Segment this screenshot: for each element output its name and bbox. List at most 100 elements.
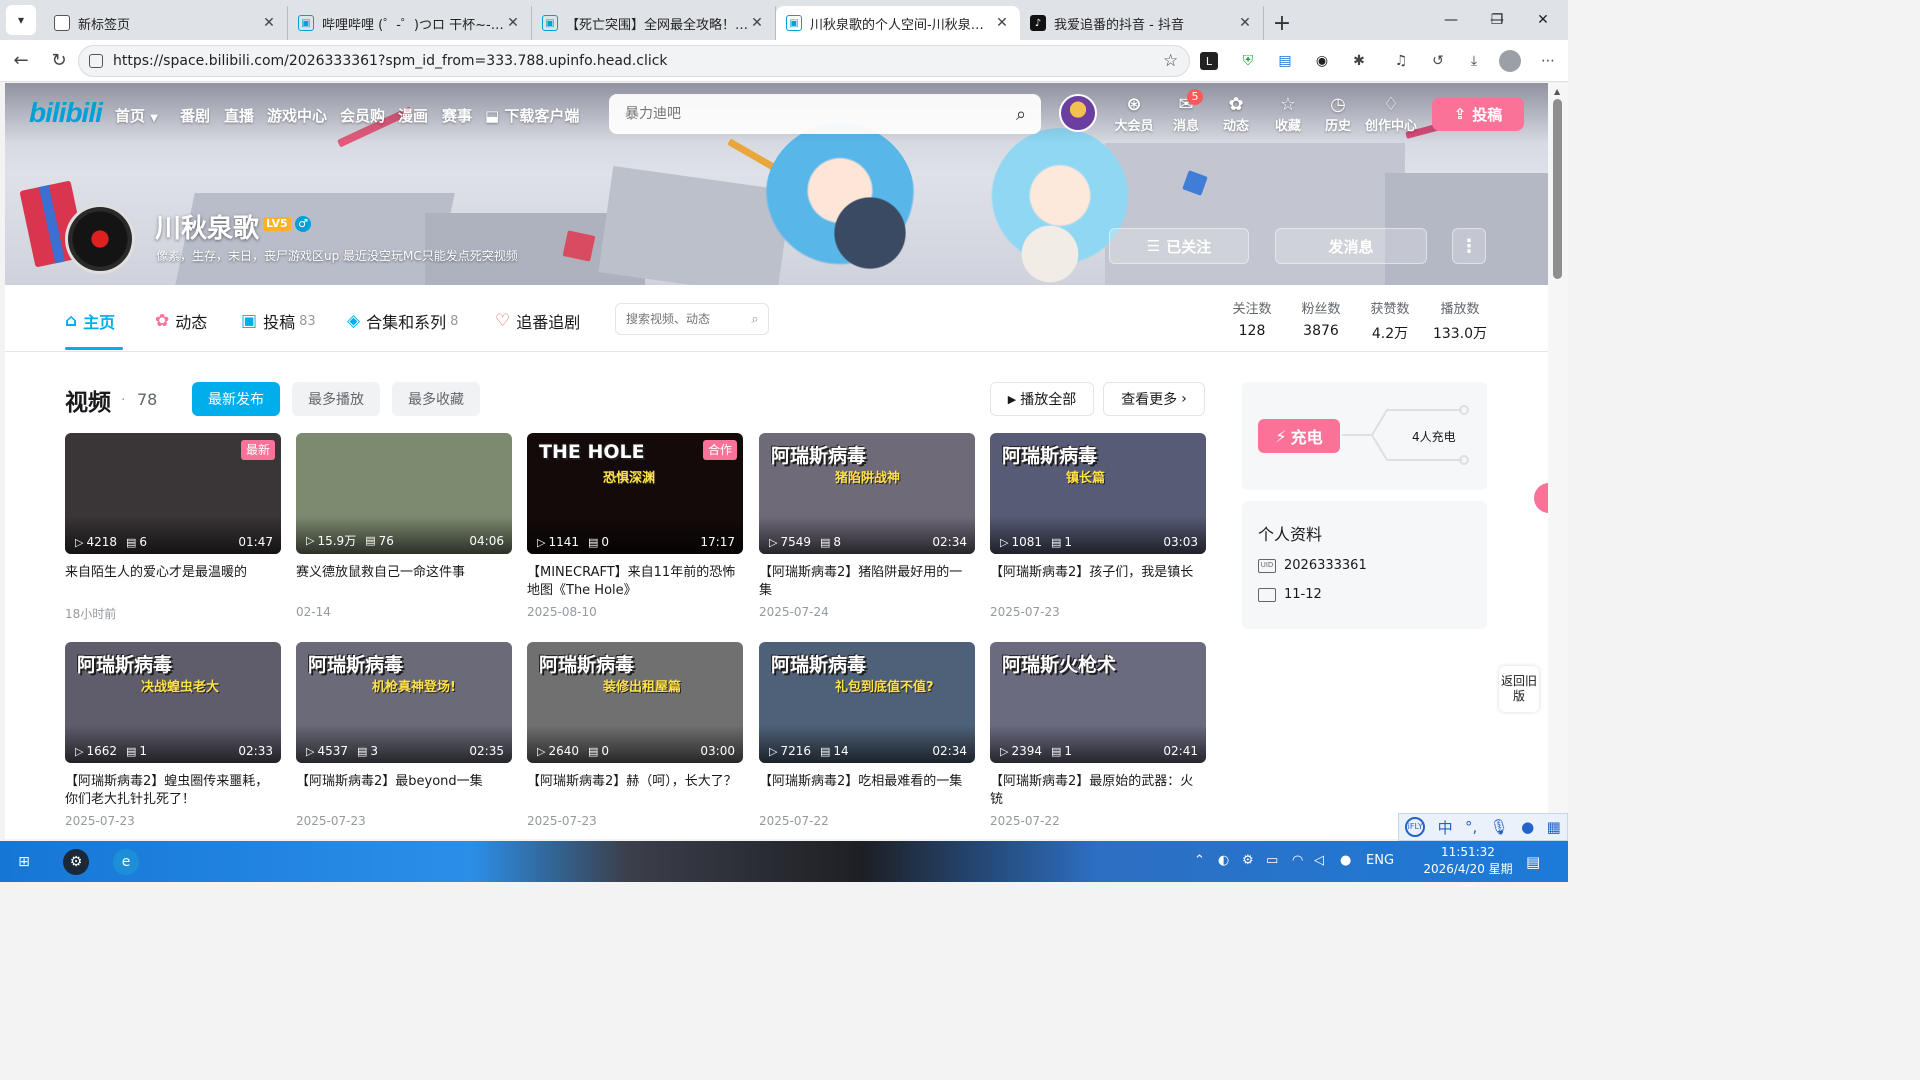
video-card[interactable]: 阿瑞斯病毒 决战蝗虫老大 ▷ 1662 ▤ 1 02:33 【阿瑞斯病毒2】蝗虫圈传来噩耗，你… <box>65 642 281 828</box>
video-card[interactable]: 阿瑞斯病毒 机枪真神登场! ▷ 4537 ▤ 3 02:35 【阿瑞斯病毒2】最beyond一… <box>296 642 512 828</box>
sort-most-favorited[interactable]: 最多收藏 <box>392 382 480 416</box>
upload-button[interactable]: ⇪ 投稿 <box>1432 97 1524 131</box>
tab-actions-button[interactable]: ▾ <box>6 5 36 35</box>
header-dynamic[interactable]: ✿ 动态 <box>1211 95 1261 135</box>
menu-dots-icon[interactable]: ⋯ <box>1536 49 1560 73</box>
play-all-button[interactable]: ▶ 播放全部 <box>990 382 1094 416</box>
video-card[interactable]: ▷ 15.9万 ▤ 76 04:06 赛义德放鼠救自己一命这件事 02-14 <box>296 433 512 619</box>
qq-icon[interactable]: ◐ <box>1218 853 1229 868</box>
float-pink-tab[interactable] <box>1534 483 1548 513</box>
video-title[interactable]: 来自陌生人的爱心才是最温暖的 <box>65 564 281 600</box>
windows-start-icon[interactable]: ⊞ <box>11 849 37 875</box>
video-title[interactable]: 【阿瑞斯病毒2】吃相最难看的一集 <box>759 773 975 809</box>
video-card[interactable]: 阿瑞斯病毒 镇长篇 ▷ 1081 ▤ 1 03:03 【阿瑞斯病毒2】孩子们，我是镇长 2025… <box>990 433 1206 619</box>
header-creator-center[interactable]: ♢ 创作中心 <box>1361 95 1421 135</box>
profile-avatar[interactable] <box>65 204 135 274</box>
video-card[interactable]: 最新 ▷ 4218 ▤ 6 01:47 来自陌生人的爱心才是最温暖的 18小时前 <box>65 433 281 622</box>
video-card[interactable]: 阿瑞斯病毒 礼包到底值不值? ▷ 7216 ▤ 14 02:34 【阿瑞斯病毒2】吃相最难看的… <box>759 642 975 828</box>
site-search-input[interactable] <box>625 106 1001 122</box>
search-icon[interactable]: ⌕ <box>1001 104 1041 125</box>
browser-tab-newtab[interactable]: 新标签页 ✕ <box>44 6 288 40</box>
tab-bangumi[interactable]: ♡ 追番追剧 <box>495 309 580 333</box>
video-title[interactable]: 【阿瑞斯病毒2】赫（呵），长大了？ <box>527 773 743 809</box>
stat-fans[interactable]: 粉丝数 3876 <box>1286 298 1356 339</box>
header-favorites[interactable]: ☆ 收藏 <box>1263 95 1313 135</box>
nav-home[interactable]: 首页 ▼ <box>115 105 158 126</box>
input-language[interactable]: ENG <box>1366 853 1394 868</box>
send-message-button[interactable]: 发消息 <box>1275 228 1427 264</box>
system-clock[interactable]: 11:51:32 2026/4/20 星期一 <box>1420 844 1516 895</box>
profile-avatar-icon[interactable] <box>1499 50 1521 72</box>
volume-icon[interactable]: ◁ <box>1314 853 1324 868</box>
new-tab-button[interactable]: + <box>1264 6 1300 40</box>
nav-manga[interactable]: 漫画 <box>398 105 428 126</box>
security-tray-icon[interactable]: ● <box>1340 853 1351 868</box>
microphone-icon[interactable]: 🎙 <box>1490 818 1509 836</box>
close-window-button[interactable]: ✕ <box>1520 0 1566 40</box>
video-card[interactable]: 阿瑞斯病毒 装修出租屋篇 ▷ 2640 ▤ 0 03:00 【阿瑞斯病毒2】赫（呵），长大了？… <box>527 642 743 828</box>
close-icon[interactable]: ✕ <box>1237 15 1253 31</box>
back-button[interactable]: ← <box>4 44 38 78</box>
favorite-star-icon[interactable]: ☆ <box>1163 51 1189 71</box>
minimize-window-button[interactable]: — <box>1428 0 1474 40</box>
reload-button[interactable]: ↻ <box>42 44 76 78</box>
video-card[interactable]: 阿瑞斯病毒 猪陷阱战神 ▷ 7549 ▤ 8 02:34 【阿瑞斯病毒2】猪陷阱最好用的一集 2… <box>759 433 975 619</box>
video-thumbnail[interactable]: 阿瑞斯病毒 猪陷阱战神 ▷ 7549 ▤ 8 02:34 <box>759 433 975 554</box>
tab-videos[interactable]: ▣ 投稿 83 <box>241 309 316 333</box>
nav-live[interactable]: 直播 <box>224 105 254 126</box>
ime-logo-icon[interactable]: iFLY <box>1405 817 1426 837</box>
maximize-button[interactable]: ❐ <box>1474 0 1520 40</box>
video-thumbnail[interactable]: THE HOLE 恐惧深渊 合作 ▷ 1141 ▤ 0 17:17 <box>527 433 743 554</box>
back-to-old-version-button[interactable]: 返回旧版 <box>1499 666 1539 712</box>
video-title[interactable]: 【阿瑞斯病毒2】最beyond一集 <box>296 773 512 809</box>
nav-bangumi[interactable]: 番剧 <box>180 105 210 126</box>
video-thumbnail[interactable]: 阿瑞斯病毒 礼包到底值不值? ▷ 7216 ▤ 14 02:34 <box>759 642 975 763</box>
video-card[interactable]: THE HOLE 恐惧深渊 合作 ▷ 1141 ▤ 0 17:17 【MINECRAFT】来自1… <box>527 433 743 619</box>
video-title[interactable]: 【阿瑞斯病毒2】蝗虫圈传来噩耗，你们老大扎针扎死了！ <box>65 773 281 809</box>
steam-icon[interactable]: ⚙ <box>63 849 89 875</box>
video-title[interactable]: 【阿瑞斯病毒2】孩子们，我是镇长 <box>990 564 1206 600</box>
followed-button[interactable]: ☰ 已关注 <box>1109 228 1249 264</box>
video-title[interactable]: 【阿瑞斯病毒2】最原始的武器：火铳 <box>990 773 1206 809</box>
video-title[interactable]: 赛义德放鼠救自己一命这件事 <box>296 564 512 600</box>
nav-mall[interactable]: 会员购 <box>340 105 385 126</box>
tab-dynamic[interactable]: ✿ 动态 <box>155 309 207 333</box>
steam-tray-icon[interactable]: ⚙ <box>1242 853 1254 868</box>
browser-tab-guide[interactable]: ▣ 【死亡突围】全网最全攻略！干货 ✕ <box>532 6 776 40</box>
space-search-input[interactable] <box>626 312 742 326</box>
more-options-icon[interactable]: ⋮ <box>1452 228 1486 264</box>
browser-tab-space[interactable]: ▣ 川秋泉歌的个人空间-川秋泉歌个人 ✕ <box>776 6 1020 40</box>
video-title[interactable]: 【阿瑞斯病毒2】猪陷阱最好用的一集 <box>759 564 975 600</box>
close-icon[interactable]: ✕ <box>261 15 277 31</box>
battery-icon[interactable]: ▭ <box>1266 853 1278 868</box>
extension-icon[interactable]: L <box>1200 52 1218 70</box>
notification-icon[interactable]: ▤ <box>1526 853 1540 871</box>
close-icon[interactable]: ✕ <box>994 15 1010 31</box>
video-title[interactable]: 【MINECRAFT】来自11年前的恐怖地图《The Hole》 <box>527 564 743 600</box>
scroll-up-icon[interactable]: ▲ <box>1554 87 1560 96</box>
close-icon[interactable]: ✕ <box>505 15 521 31</box>
video-thumbnail[interactable]: 阿瑞斯病毒 装修出租屋篇 ▷ 2640 ▤ 0 03:00 <box>527 642 743 763</box>
sort-most-played[interactable]: 最多播放 <box>292 382 380 416</box>
video-card[interactable]: 阿瑞斯火枪术 ▷ 2394 ▤ 1 02:41 【阿瑞斯病毒2】最原始的武器：火铳 2025-… <box>990 642 1206 828</box>
video-thumbnail[interactable]: 最新 ▷ 4218 ▤ 6 01:47 <box>65 433 281 554</box>
extensions-icon[interactable]: ✱ <box>1347 49 1371 73</box>
nav-download-client[interactable]: ⬓ 下载客户端 <box>485 105 579 126</box>
search-icon[interactable]: ⌕ <box>742 312 768 327</box>
scrollbar-thumb[interactable] <box>1553 99 1562 279</box>
view-more-button[interactable]: 查看更多 › <box>1103 382 1205 416</box>
media-icon[interactable]: ♫ <box>1389 49 1413 73</box>
user-avatar[interactable] <box>1059 94 1097 132</box>
bilibili-logo[interactable]: bilibili <box>29 97 103 129</box>
close-icon[interactable]: ✕ <box>749 15 765 31</box>
browser-tab-douyin[interactable]: ♪ 我爱追番的抖音 - 抖音 ✕ <box>1020 6 1264 40</box>
video-thumbnail[interactable]: ▷ 15.9万 ▤ 76 04:06 <box>296 433 512 554</box>
shield-icon[interactable]: ⛨ <box>1236 49 1260 73</box>
video-thumbnail[interactable]: 阿瑞斯病毒 决战蝗虫老大 ▷ 1662 ▤ 1 02:33 <box>65 642 281 763</box>
download-icon[interactable]: ⤓ <box>1462 49 1486 73</box>
history-icon[interactable]: ↺ <box>1426 49 1450 73</box>
incognito-icon[interactable]: ◉ <box>1310 49 1334 73</box>
site-info-icon[interactable] <box>89 54 103 68</box>
charge-button[interactable]: ⚡ 充电 <box>1258 419 1340 453</box>
edge-icon[interactable]: e <box>113 849 139 875</box>
